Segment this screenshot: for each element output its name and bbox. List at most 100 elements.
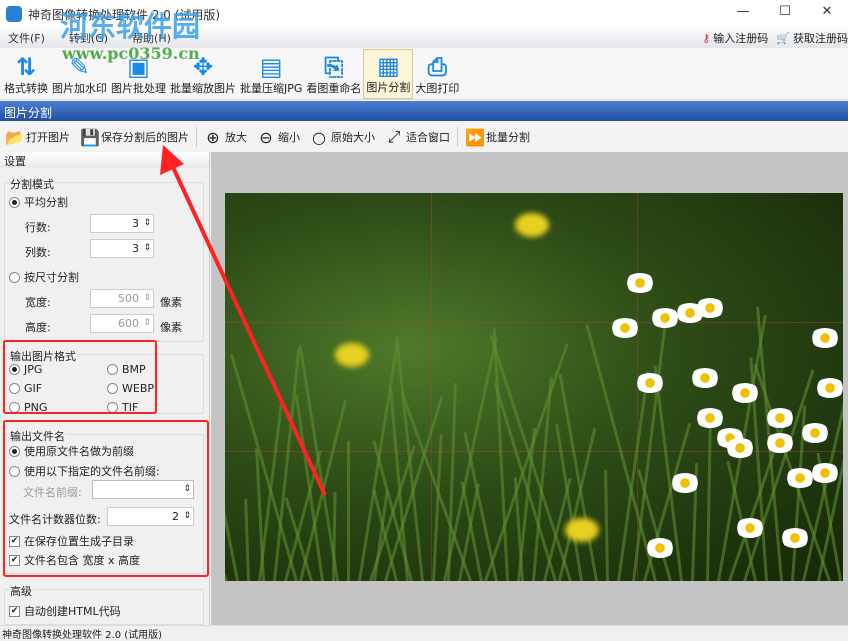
close-button[interactable]: ✕ [806, 0, 848, 22]
daisy-flower [675, 303, 705, 323]
split-mode-group: 分割模式 平均分割 行数: 3 列数: 3 按尺寸分割 宽度: 500 像素 高… [4, 176, 204, 342]
original-size-button[interactable]: ○ 原始大小 [307, 128, 378, 147]
toolbar-printer-button[interactable]: ⎙ 大图打印 [413, 49, 461, 99]
even-split-label: 平均分割 [24, 196, 68, 209]
preview-area[interactable] [211, 152, 848, 625]
toolbar-rename-button[interactable]: ⎘ 看图重命名 [304, 49, 363, 99]
yellow-flower [515, 213, 549, 237]
zoom-out-icon: ⊖ [259, 127, 273, 147]
fast-forward-icon: ⏩ [465, 127, 485, 147]
daisy-flower [730, 383, 760, 403]
zoom-in-button[interactable]: ⊕ 放大 [201, 128, 250, 147]
open-image-button[interactable]: 📂 打开图片 [2, 128, 73, 147]
settings-panel: 设置 分割模式 平均分割 行数: 3 列数: 3 按尺寸分割 宽度: 500 像… [0, 152, 210, 625]
toolbar-label: 大图打印 [415, 82, 460, 95]
by-size-radio[interactable]: 按尺寸分割 [9, 269, 79, 285]
height-stepper[interactable]: 600 [90, 314, 154, 333]
fit-label: 适合窗口 [406, 131, 450, 144]
toolbar-grid-button[interactable]: ▦ 图片分割 [363, 49, 414, 99]
advanced-title: 高级 [9, 583, 33, 599]
open-label: 打开图片 [26, 131, 70, 144]
yellow-flower [335, 343, 369, 367]
daisy-flower [815, 378, 843, 398]
yellow-flower [565, 518, 599, 542]
grass-blade [225, 403, 239, 581]
width-unit: 像素 [160, 296, 182, 309]
even-split-radio[interactable]: 平均分割 [9, 194, 68, 210]
key-icon: ⚷ [702, 31, 711, 45]
grass-blade [347, 441, 350, 581]
zoom-out-button[interactable]: ⊖ 缩小 [254, 128, 303, 147]
rows-stepper[interactable]: 3 [90, 214, 154, 233]
separator [457, 127, 458, 147]
toolbar-brush-button[interactable]: ✎ 图片加水印 [50, 49, 109, 99]
daisy-flower [670, 473, 700, 493]
minimize-button[interactable]: — [722, 0, 764, 22]
cart-icon: 🛒 [776, 31, 790, 45]
toolbar-label: 图片分割 [366, 81, 411, 94]
width-stepper[interactable]: 500 [90, 289, 154, 308]
expand-icon: ⤢ [387, 127, 401, 146]
brush-icon: ✎ [69, 53, 90, 81]
toolbar-label: 批量缩放图片 [170, 82, 236, 95]
save-icon: 💾 [80, 127, 100, 147]
grid-icon: ▦ [377, 52, 400, 80]
grass-blade [244, 498, 250, 581]
move-icon: ✥ [192, 53, 214, 81]
toolbar-label: 图片加水印 [52, 82, 107, 95]
daisy-flower [810, 328, 840, 348]
app-icon [6, 6, 22, 22]
status-bar: 神奇图像转换处理软件 2.0 (试用版) [0, 625, 848, 641]
toolbar-convert-button[interactable]: ⇅ 格式转换 [2, 49, 50, 99]
by-size-label: 按尺寸分割 [24, 271, 79, 284]
check-icon: ✔ [9, 605, 20, 617]
maximize-button[interactable]: ☐ [764, 0, 806, 22]
title-bar: 神奇图像转换处理软件 2.0 (试用版) — ☐ ✕ [0, 0, 848, 28]
toolbar-image-button[interactable]: ▣ 图片批处理 [109, 49, 168, 99]
menu-goto[interactable]: 转到(G) [69, 30, 108, 46]
enter-code-label: 输入注册码 [713, 32, 769, 45]
daisy-flower [810, 463, 840, 483]
magnifier-icon: ○ [312, 127, 326, 147]
rename-icon: ⎘ [324, 53, 344, 81]
enter-code-button[interactable]: ⚷ 输入注册码 [702, 30, 768, 46]
grass-blade [706, 411, 712, 581]
toolbar-label: 批量压缩JPG [240, 82, 303, 95]
save-split-button[interactable]: 💾 保存分割后的图片 [77, 128, 192, 147]
folder-open-icon: 📂 [5, 127, 25, 147]
printer-icon: ⎙ [427, 53, 447, 81]
daisy-flower [610, 318, 640, 338]
get-code-label: 获取注册码 [793, 32, 848, 45]
height-label: 高度: [25, 321, 51, 334]
toolbar-move-button[interactable]: ✥ 批量缩放图片 [168, 49, 238, 99]
main-toolbar: ⇅ 格式转换 ✎ 图片加水印 ▣ 图片批处理 ✥ 批量缩放图片 ▤ 批量压缩JPG ⎘ 看图重命名 ▦ 图… [0, 48, 848, 100]
split-mode-title: 分割模式 [9, 176, 55, 192]
cols-stepper[interactable]: 3 [90, 239, 154, 258]
radio-off [9, 271, 20, 283]
fit-window-button[interactable]: ⤢ 适合窗口 [382, 127, 453, 147]
zoom-in-icon: ⊕ [206, 127, 220, 147]
batch-label: 批量分割 [486, 131, 530, 144]
menu-help[interactable]: 帮助(H) [132, 30, 171, 46]
preview-image [225, 193, 843, 581]
menu-file[interactable]: 文件(F) [8, 30, 45, 46]
toolbar-jpg-file-button[interactable]: ▤ 批量压缩JPG [238, 49, 304, 99]
batch-split-button[interactable]: ⏩ 批量分割 [462, 128, 533, 147]
window-title: 神奇图像转换处理软件 2.0 (试用版) [28, 7, 221, 22]
html-checkbox[interactable]: ✔ 自动创建HTML代码 [9, 603, 121, 619]
daisy-flower [645, 538, 675, 558]
split-toolbar: 📂 打开图片 💾 保存分割后的图片 ⊕ 放大 ⊖ 缩小 ○ 原始大小 ⤢ 适合窗口 ⏩ 批量分… [0, 123, 848, 151]
highlight-box [3, 420, 209, 577]
daisy-flower [635, 373, 665, 393]
get-code-button[interactable]: 🛒 获取注册码 [776, 30, 848, 46]
original-label: 原始大小 [331, 131, 375, 144]
daisy-flower [690, 368, 720, 388]
split-line [225, 322, 843, 323]
height-unit: 像素 [160, 321, 182, 334]
daisy-flower [800, 423, 830, 443]
width-label: 宽度: [25, 296, 51, 309]
daisy-flower [695, 408, 725, 428]
convert-icon: ⇅ [15, 53, 37, 81]
daisy-flower [735, 518, 765, 538]
grass-blade [294, 394, 324, 581]
